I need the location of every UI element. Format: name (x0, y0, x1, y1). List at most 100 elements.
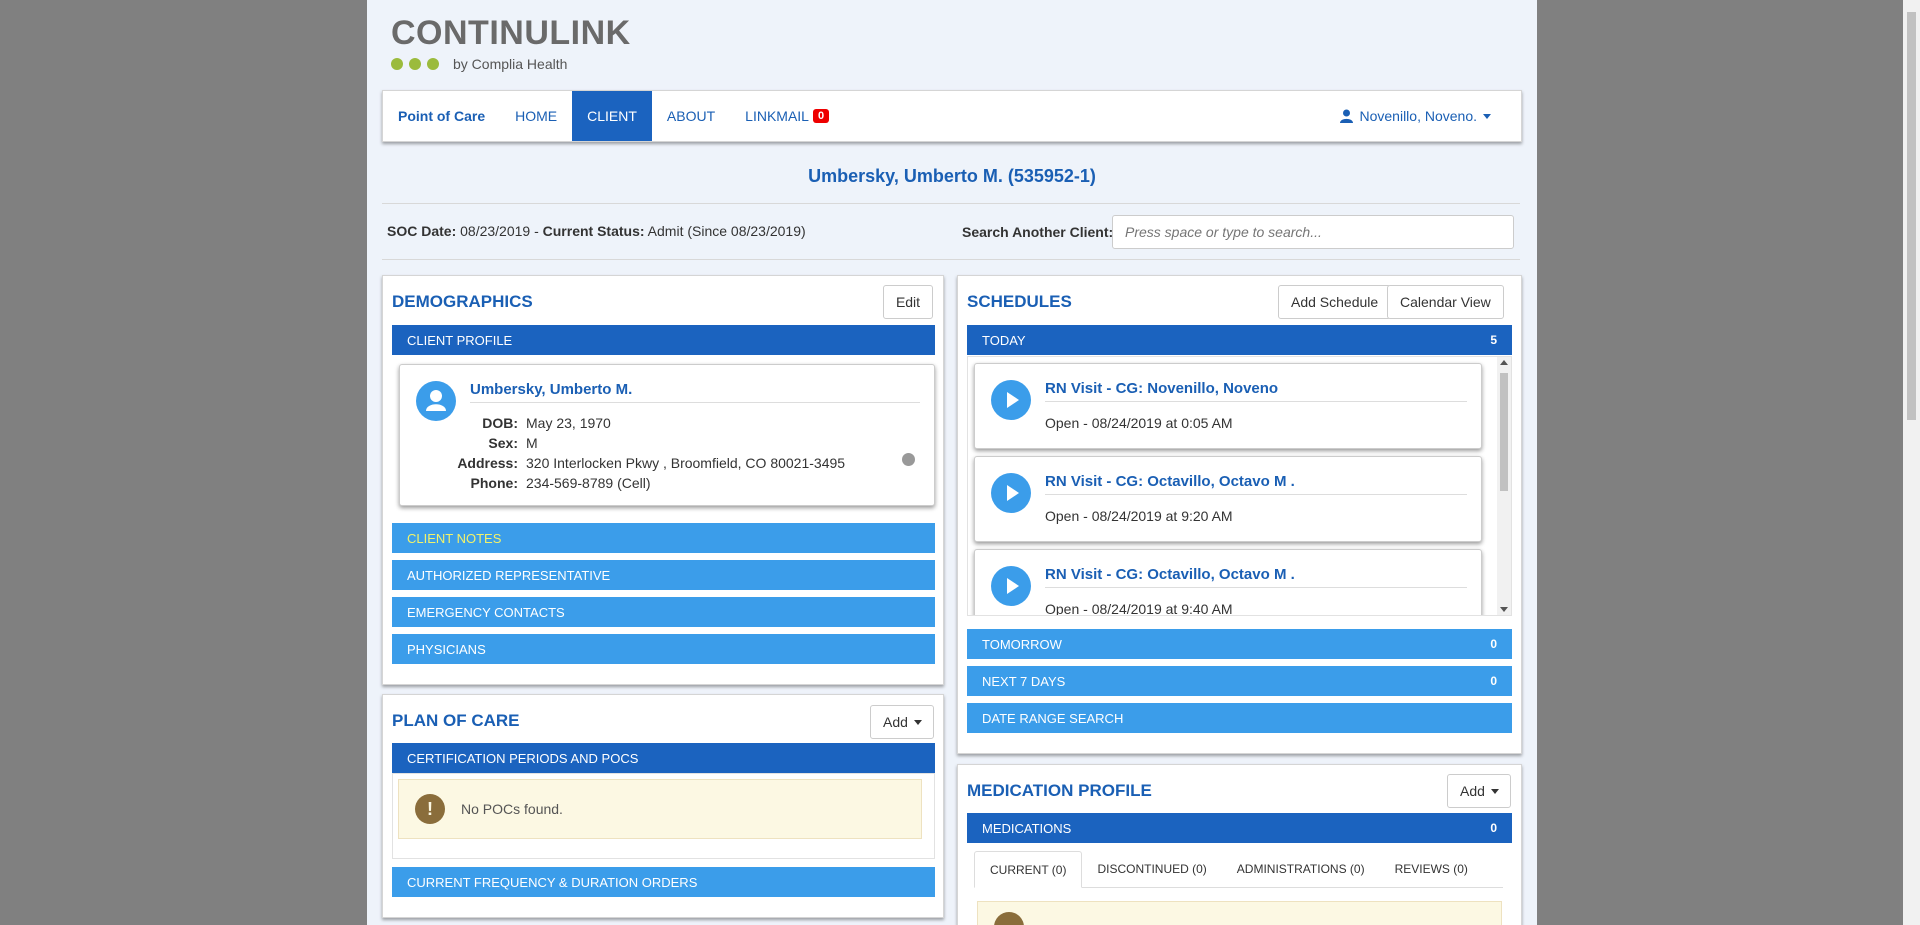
logo-subline: by Complia Health (391, 56, 631, 72)
frequency-duration-section[interactable]: CURRENT FREQUENCY & DURATION ORDERS (392, 867, 935, 897)
client-profile-card: Umbersky, Umberto M. DOB: May 23, 1970 Se… (399, 364, 935, 506)
visit-title[interactable]: RN Visit - CG: Octavillo, Octavo M . (1045, 566, 1295, 583)
user-name: Novenillo, Noveno. (1359, 108, 1477, 124)
medication-profile-panel: MEDICATION PROFILE Add MEDICATIONS 0 CUR… (957, 764, 1522, 925)
soc-date-label: SOC Date: (387, 223, 457, 239)
visit-card[interactable]: RN Visit - CG: Octavillo, Octavo M . Ope… (974, 549, 1482, 616)
no-pocs-notice: ! No POCs found. (398, 779, 922, 839)
tomorrow-header[interactable]: TOMORROW 0 (967, 629, 1512, 659)
play-icon[interactable] (991, 380, 1031, 420)
linkmail-count-badge: 0 (812, 109, 830, 123)
user-icon (1340, 109, 1354, 123)
exclamation-icon (994, 912, 1024, 925)
add-label: Add (1460, 783, 1485, 799)
current-status-label: Current Status: (542, 223, 645, 239)
tab-current[interactable]: CURRENT (0) (974, 851, 1083, 888)
medications-count: 0 (1490, 821, 1497, 835)
nav-linkmail[interactable]: LINKMAIL 0 (730, 91, 844, 141)
page-scrollbar[interactable] (1903, 0, 1920, 925)
play-icon[interactable] (991, 566, 1031, 606)
exclamation-icon: ! (415, 794, 445, 824)
client-status-line: SOC Date: 08/23/2019 - Current Status: A… (387, 223, 806, 239)
divider (470, 402, 920, 403)
demographics-title: DEMOGRAPHICS (392, 292, 533, 311)
medication-tabs: CURRENT (0) DISCONTINUED (0) ADMINISTRAT… (974, 851, 1503, 888)
user-menu[interactable]: Novenillo, Noveno. (1325, 91, 1521, 141)
dob-value: May 23, 1970 (526, 415, 611, 431)
tab-discontinued[interactable]: DISCONTINUED (0) (1082, 851, 1221, 887)
nav-home[interactable]: HOME (500, 91, 572, 141)
medications-label: MEDICATIONS (982, 820, 1072, 836)
certification-periods-header[interactable]: CERTIFICATION PERIODS AND POCS (392, 743, 935, 773)
no-pocs-text: No POCs found. (461, 801, 563, 817)
visit-title[interactable]: RN Visit - CG: Novenillo, Noveno (1045, 380, 1278, 397)
phone-value: 234-569-8789 (Cell) (526, 475, 651, 491)
authorized-representative-section[interactable]: AUTHORIZED REPRESENTATIVE (392, 560, 935, 590)
calendar-view-button[interactable]: Calendar View (1387, 285, 1504, 319)
logo-byline: by Complia Health (453, 56, 568, 72)
medications-header[interactable]: MEDICATIONS 0 (967, 813, 1512, 843)
nav-about[interactable]: ABOUT (652, 91, 730, 141)
add-schedule-button[interactable]: Add Schedule (1278, 285, 1392, 319)
globe-map-icon[interactable] (902, 453, 915, 466)
sex-row: Sex: M (430, 435, 537, 451)
client-notes-section[interactable]: CLIENT NOTES (392, 523, 935, 553)
medication-notice (977, 901, 1502, 925)
play-icon[interactable] (991, 473, 1031, 513)
caret-down-icon (913, 719, 922, 725)
tomorrow-count: 0 (1490, 637, 1497, 651)
visit-card[interactable]: RN Visit - CG: Octavillo, Octavo M . Ope… (974, 456, 1482, 542)
client-title: Umbersky, Umberto M. (535952-1) (808, 166, 1096, 186)
plan-of-care-title: PLAN OF CARE (392, 711, 520, 730)
visit-status: Open - 08/24/2019 at 9:40 AM (1045, 601, 1233, 616)
demographics-panel: DEMOGRAPHICS Edit CLIENT PROFILE Umbersk… (382, 275, 944, 685)
tab-administrations[interactable]: ADMINISTRATIONS (0) (1222, 851, 1380, 887)
logo-dot-icon (409, 58, 421, 70)
scroll-thumb[interactable] (1500, 373, 1508, 491)
caret-down-icon (1483, 113, 1491, 119)
current-status-value: Admit (Since 08/23/2019) (647, 223, 806, 239)
nav-client[interactable]: CLIENT (572, 91, 652, 141)
dob-label: DOB: (482, 415, 518, 431)
visit-status: Open - 08/24/2019 at 0:05 AM (1045, 415, 1233, 431)
visit-status: Open - 08/24/2019 at 9:20 AM (1045, 508, 1233, 524)
physicians-section[interactable]: PHYSICIANS (392, 634, 935, 664)
tab-reviews[interactable]: REVIEWS (0) (1380, 851, 1483, 887)
page-scroll-thumb[interactable] (1907, 12, 1916, 420)
nav-linkmail-label: LINKMAIL (745, 108, 809, 124)
emergency-contacts-section[interactable]: EMERGENCY CONTACTS (392, 597, 935, 627)
schedules-panel: SCHEDULES Add Schedule Calendar View TOD… (957, 275, 1522, 754)
next-7-days-header[interactable]: NEXT 7 DAYS 0 (967, 666, 1512, 696)
plan-of-care-panel: PLAN OF CARE Add CERTIFICATION PERIODS A… (382, 694, 944, 918)
today-label: TODAY (982, 332, 1026, 348)
scroll-down-icon[interactable] (1500, 607, 1508, 612)
add-plan-of-care-button[interactable]: Add (870, 705, 934, 739)
caret-down-icon (1490, 788, 1499, 794)
page-container: CONTINULINK by Complia Health Point of C… (367, 0, 1537, 925)
soc-date-value: 08/23/2019 - (460, 223, 539, 239)
phone-label: Phone: (470, 475, 518, 491)
schedule-scrollbar[interactable] (1497, 357, 1511, 615)
next-7-days-label: NEXT 7 DAYS (982, 673, 1066, 689)
sex-label: Sex: (488, 435, 518, 451)
address-row: Address: 320 Interlocken Pkwy , Broomfiel… (430, 455, 845, 471)
address-label: Address: (457, 455, 518, 471)
edit-demographics-button[interactable]: Edit (883, 285, 933, 319)
client-profile-header[interactable]: CLIENT PROFILE (392, 325, 935, 355)
logo-dot-icon (391, 58, 403, 70)
address-value: 320 Interlocken Pkwy , Broomfield, CO 80… (526, 455, 846, 471)
scroll-up-icon[interactable] (1500, 360, 1508, 365)
nav-brand-point-of-care[interactable]: Point of Care (383, 91, 500, 141)
medication-profile-title: MEDICATION PROFILE (967, 781, 1152, 800)
visit-card[interactable]: RN Visit - CG: Novenillo, Noveno Open - … (974, 363, 1482, 449)
top-navbar: Point of Care HOME CLIENT ABOUT LINKMAIL… (382, 90, 1522, 142)
visit-title[interactable]: RN Visit - CG: Octavillo, Octavo M . (1045, 473, 1295, 490)
date-range-search-header[interactable]: DATE RANGE SEARCH (967, 703, 1512, 733)
divider (1045, 401, 1467, 402)
logo-dot-icon (427, 58, 439, 70)
poc-list: ! No POCs found. (392, 773, 935, 859)
client-name-link[interactable]: Umbersky, Umberto M. (470, 381, 632, 398)
search-client-input[interactable] (1112, 215, 1514, 249)
add-medication-button[interactable]: Add (1447, 774, 1511, 808)
today-header[interactable]: TODAY 5 (967, 325, 1512, 355)
